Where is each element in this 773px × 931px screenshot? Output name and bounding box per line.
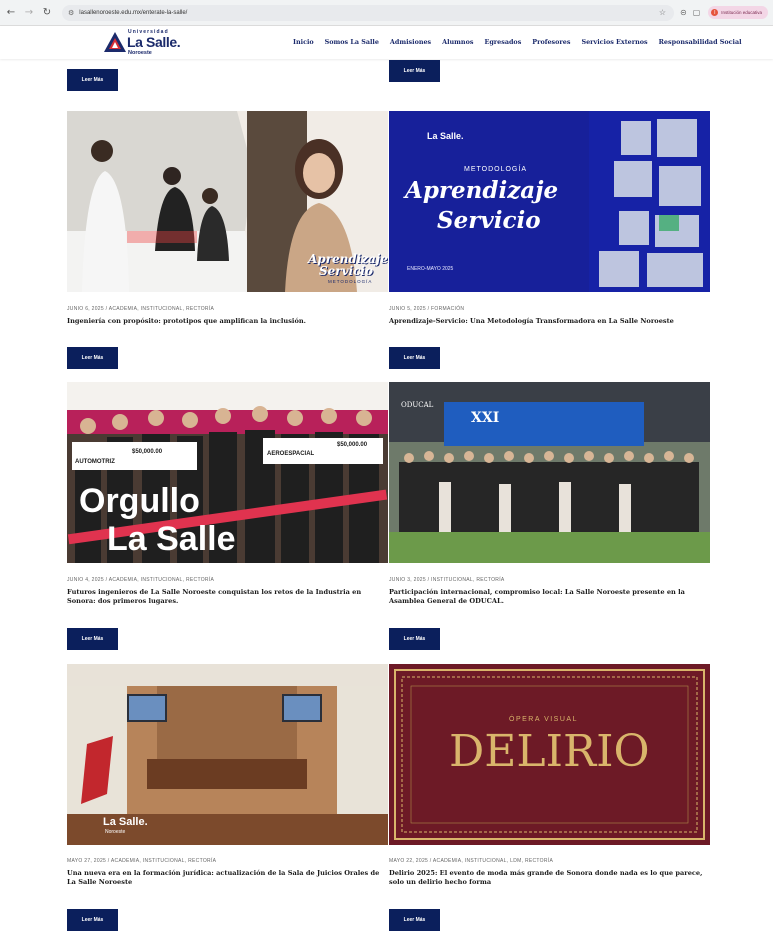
overlay-check-amount-2: $50,000.00 [337, 442, 368, 448]
logo-sub-text: Noroeste [128, 50, 152, 56]
post-meta: JUNIO 4, 2025 / ACADEMIA, INSTITUCIONAL,… [67, 577, 215, 583]
overlay-oducal: ODUCAL [401, 401, 434, 409]
nav-somos-la-salle[interactable]: Somos La Salle [325, 38, 379, 46]
reload-icon[interactable]: ↻ [40, 6, 54, 20]
post-image-ingenieria[interactable]: Aprendizaje Servicio METODOLOGÍA [67, 111, 388, 292]
read-more-button[interactable]: Leer Más [389, 60, 440, 82]
la-salle-star-logo-icon [104, 32, 126, 52]
post-title[interactable]: Futuros ingenieros de La Salle Noroeste … [67, 588, 390, 606]
extensions-icon[interactable]: ▢ [693, 8, 701, 17]
read-more-button[interactable]: Leer Más [67, 909, 118, 931]
post-image-delirio[interactable]: ÓPERA VISUAL DELIRIO [389, 664, 710, 845]
overlay-opera-visual: ÓPERA VISUAL [509, 716, 578, 723]
overlay-la-salle: La Salle. [103, 816, 148, 828]
overlay-aeroespacial: AEROESPACIAL [267, 451, 315, 457]
post-image-aprendizaje-servicio[interactable]: La Salle. METODOLOGÍA Aprendizaje Servic… [389, 111, 710, 292]
overlay-la-salle: La Salle [107, 520, 236, 558]
profile-chip[interactable]: I Institución educativa [708, 6, 769, 19]
post-meta: JUNIO 6, 2025 / ACADEMIA, INSTITUCIONAL,… [67, 306, 215, 312]
post-image-oducal[interactable]: ODUCAL XXI [389, 382, 710, 563]
post-image-sala-juicios[interactable]: La Salle. Noroeste [67, 664, 388, 845]
profile-label: Institución educativa [721, 10, 763, 15]
post-photo [389, 382, 710, 563]
site-header: Universidad La Salle. Noroeste Inicio So… [0, 26, 773, 59]
nav-inicio[interactable]: Inicio [293, 38, 314, 46]
overlay-automotriz: AUTOMOTRIZ [75, 459, 115, 465]
read-more-button[interactable]: Leer Más [67, 628, 118, 650]
nav-alumnos[interactable]: Alumnos [442, 38, 473, 46]
post-meta: MAYO 27, 2025 / ACADEMIA, INSTITUCIONAL,… [67, 858, 217, 864]
overlay-check-amount: $50,000.00 [132, 449, 163, 455]
post-title[interactable]: Delirio 2025: El evento de moda más gran… [389, 869, 712, 887]
browser-toolbar: ← → ↻ ⚙ lasallenoroeste.edu.mx/enterate-… [0, 0, 773, 26]
read-more-button[interactable]: Leer Más [389, 347, 440, 369]
post-meta: MAYO 22, 2025 / ACADEMIA, INSTITUCIONAL,… [389, 858, 554, 864]
back-arrow-icon[interactable]: ← [4, 6, 18, 20]
download-icon[interactable]: ⊝ [680, 8, 687, 17]
overlay-delirio: DELIRIO [449, 726, 650, 777]
site-info-icon[interactable]: ⚙ [68, 9, 74, 17]
overlay-orgullo: Orgullo [79, 482, 200, 520]
overlay-metodologia: METODOLOGÍA [464, 166, 527, 173]
overlay-aprendizaje: Aprendizaje [405, 177, 559, 204]
overlay-logo-la-salle: La Salle. [427, 131, 464, 141]
address-bar[interactable]: ⚙ lasallenoroeste.edu.mx/enterate-la-sal… [62, 4, 674, 21]
overlay-metodologia: METODOLOGÍA [328, 279, 373, 284]
nav-responsabilidad-social[interactable]: Responsabilidad Social [659, 38, 742, 46]
logo-name-text: La Salle. [127, 34, 181, 50]
post-meta: JUNIO 3, 2025 / INSTITUCIONAL, RECTORÍA [389, 577, 505, 583]
overlay-xxi: XXI [471, 410, 500, 426]
overlay-date: ENERO-MAYO 2025 [407, 266, 454, 272]
forward-arrow-icon[interactable]: → [22, 6, 36, 20]
post-title[interactable]: Una nueva era en la formación jurídica: … [67, 869, 390, 887]
nav-servicios-externos[interactable]: Servicios Externos [581, 38, 647, 46]
nav-admisiones[interactable]: Admisiones [390, 38, 431, 46]
main-navigation: Inicio Somos La Salle Admisiones Alumnos… [293, 38, 742, 46]
read-more-button[interactable]: Leer Más [67, 69, 118, 91]
nav-profesores[interactable]: Profesores [532, 38, 570, 46]
read-more-button[interactable]: Leer Más [389, 628, 440, 650]
bookmark-star-icon[interactable]: ☆ [659, 8, 666, 17]
read-more-button[interactable]: Leer Más [67, 347, 118, 369]
post-title[interactable]: Aprendizaje-Servicio: Una Metodología Tr… [389, 317, 712, 326]
post-meta: JUNIO 5, 2025 / FORMACIÓN [389, 306, 465, 312]
url-text: lasallenoroeste.edu.mx/enterate-la-salle… [79, 9, 188, 16]
overlay-servicio: Servicio [437, 207, 541, 234]
nav-egresados[interactable]: Egresados [484, 38, 521, 46]
post-image-orgullo[interactable]: $50,000.00 AUTOMOTRIZ $50,000.00 AEROESP… [67, 382, 388, 563]
post-title[interactable]: Participación internacional, compromiso … [389, 588, 712, 606]
overlay-servicio: Servicio [319, 264, 374, 278]
overlay-noroeste: Noroeste [105, 829, 126, 835]
profile-avatar: I [711, 9, 719, 16]
post-title[interactable]: Ingeniería con propósito: prototipos que… [67, 317, 390, 326]
site-logo[interactable]: Universidad La Salle. Noroeste [103, 29, 181, 57]
read-more-button[interactable]: Leer Más [389, 909, 440, 931]
